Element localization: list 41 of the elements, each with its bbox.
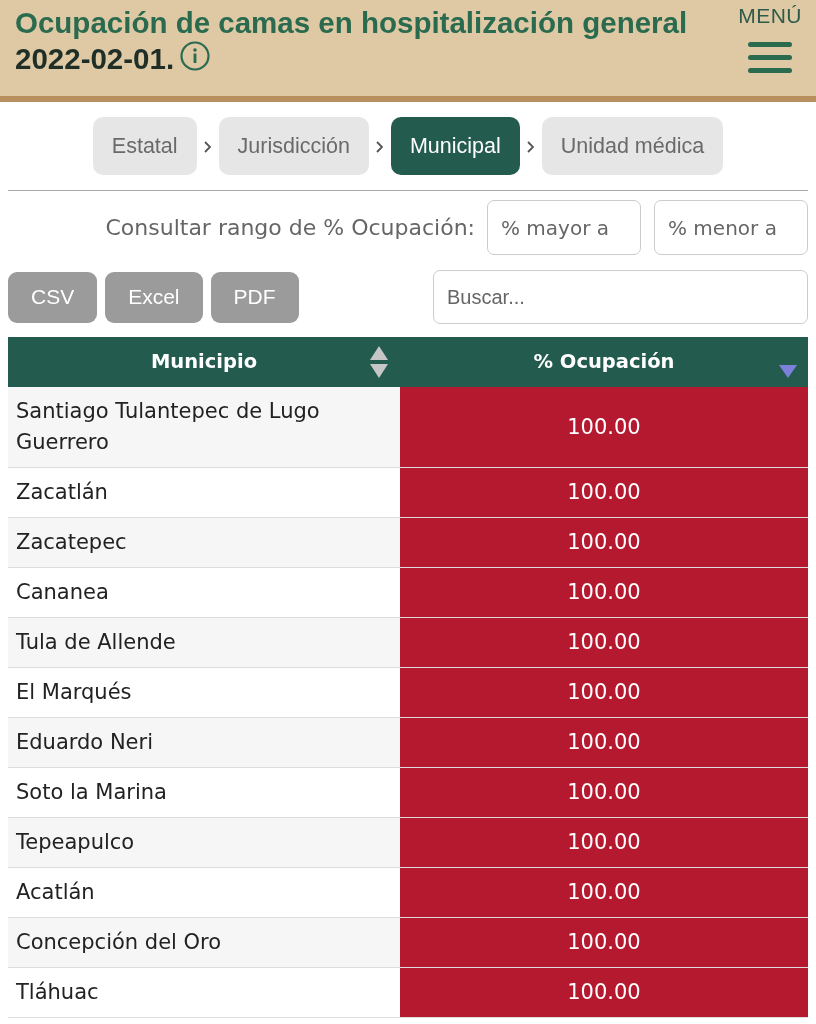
table-cell: 100.00: [400, 768, 808, 817]
table-cell: 100.00: [400, 918, 808, 967]
table-cell: Eduardo Neri: [8, 718, 400, 767]
column-header[interactable]: % Ocupación: [533, 347, 675, 377]
chevron-icon: [204, 141, 212, 153]
table-cell: Tepeapulco: [8, 818, 400, 867]
table-cell: 100.00: [400, 468, 808, 517]
table-cell: 100.00: [400, 387, 808, 467]
chevron-icon: [527, 141, 535, 153]
table-cell: 100.00: [400, 568, 808, 617]
search-field[interactable]: Buscar...: [433, 270, 808, 324]
export-button[interactable]: Excel: [105, 271, 203, 323]
breadcrumb-tab[interactable]: Estatal: [92, 117, 197, 175]
breadcrumb-tab[interactable]: Municipal: [390, 117, 520, 175]
menu-button[interactable]: MENÚ: [738, 0, 816, 80]
table-cell: 100.00: [400, 968, 808, 1017]
table-cell: 100.00: [400, 518, 808, 567]
table-cell: 100.00: [400, 818, 808, 867]
table-cell: 100.00: [400, 718, 808, 767]
table-cell: 100.00: [400, 868, 808, 917]
min-percent-field[interactable]: % mayor a: [487, 200, 641, 255]
menu-icon: [748, 42, 793, 74]
export-button[interactable]: PDF: [210, 271, 299, 323]
table-cell: Zacatepec: [8, 518, 400, 567]
info-icon[interactable]: [180, 41, 211, 71]
breadcrumb-tab[interactable]: Unidad médica: [541, 117, 724, 175]
page-title: Ocupación de camas en hospitalización general: [15, 5, 688, 41]
sort-descending-icon[interactable]: [779, 365, 797, 378]
chevron-icon: [376, 141, 384, 153]
table-cell: 100.00: [400, 668, 808, 717]
column-header[interactable]: Municipio: [150, 347, 258, 377]
range-label: Consultar rango de % Ocupación:: [105, 214, 475, 242]
export-button[interactable]: CSV: [8, 271, 98, 323]
table-cell: 100.00: [400, 618, 808, 667]
max-percent-field[interactable]: % menor a: [654, 200, 808, 255]
table-cell: Concepción del Oro: [8, 918, 400, 967]
table-cell: Tula de Allende: [8, 618, 400, 667]
date-text: 2022-02-01.: [15, 41, 175, 77]
sort-icon[interactable]: [370, 346, 388, 378]
table-cell: Santiago Tulantepec de Lugo Guerrero: [8, 387, 400, 467]
breadcrumb-tab[interactable]: Jurisdicción: [218, 117, 369, 175]
